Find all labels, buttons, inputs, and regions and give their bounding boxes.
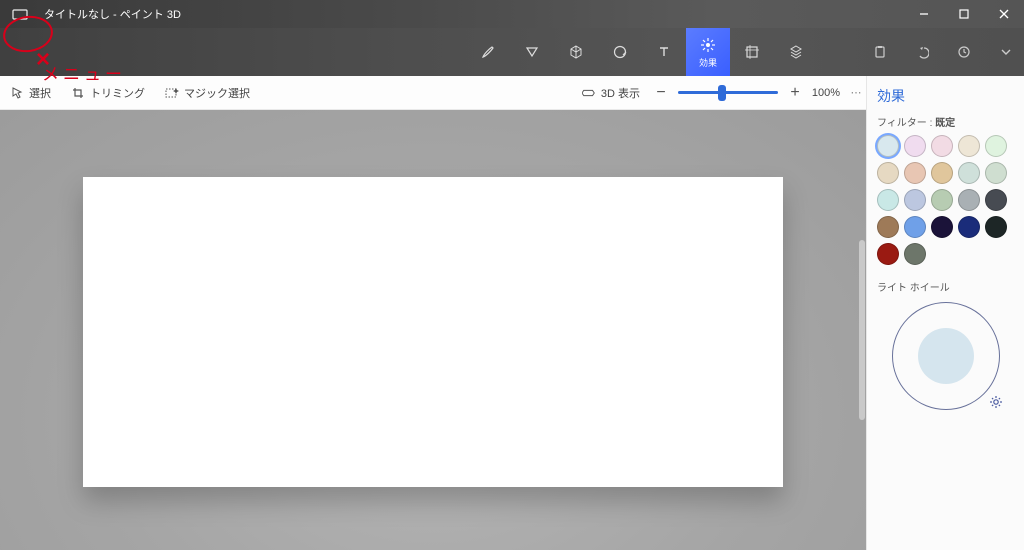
workspace: 選択 トリミング マジック選択 3D 表示 − + 100% ⋯: [0, 76, 866, 550]
tab-stickers[interactable]: [598, 28, 642, 76]
tab-2d-shapes[interactable]: [510, 28, 554, 76]
crop-icon: [71, 86, 85, 100]
select-tool[interactable]: 選択: [0, 76, 61, 109]
more-button[interactable]: ⋯: [846, 86, 866, 99]
filter-swatch[interactable]: [985, 135, 1007, 157]
history-icon: [957, 45, 971, 59]
crop-tool[interactable]: トリミング: [61, 76, 155, 109]
filter-value: 既定: [935, 118, 955, 129]
cube-icon: [568, 43, 584, 61]
sticker-icon: [612, 43, 628, 61]
filter-swatch[interactable]: [904, 243, 926, 265]
filter-swatch[interactable]: [877, 189, 899, 211]
library-icon: [788, 43, 804, 61]
zoom-out-button[interactable]: −: [650, 84, 672, 102]
main-tabs: 効果: [0, 28, 1024, 76]
expand-button[interactable]: [994, 40, 1018, 64]
window-title: タイトルなし - ペイント 3D: [44, 6, 181, 22]
filter-swatch[interactable]: [931, 189, 953, 211]
tab-3d-shapes[interactable]: [554, 28, 598, 76]
tab-3d-library[interactable]: [774, 28, 818, 76]
history-button[interactable]: [952, 40, 976, 64]
light-wheel[interactable]: [892, 302, 1000, 410]
magic-icon: [165, 86, 179, 100]
filter-swatch[interactable]: [904, 189, 926, 211]
canvas-area[interactable]: [0, 110, 866, 550]
magic-label: マジック選択: [184, 85, 250, 101]
tab-brushes[interactable]: [466, 28, 510, 76]
menu-button[interactable]: [0, 0, 40, 28]
folder-icon: [12, 8, 28, 20]
filter-swatch[interactable]: [877, 135, 899, 157]
tab-effects-label: 効果: [699, 56, 717, 69]
filter-swatch[interactable]: [958, 162, 980, 184]
filter-swatch[interactable]: [931, 216, 953, 238]
filter-swatch[interactable]: [904, 135, 926, 157]
effects-panel: 効果 フィルター : 既定 ライト ホイール: [866, 76, 1024, 550]
filter-swatch[interactable]: [931, 162, 953, 184]
maximize-button[interactable]: [944, 0, 984, 28]
zoom-in-button[interactable]: +: [784, 84, 806, 102]
view-3d-icon: [582, 86, 596, 100]
app-body: 選択 トリミング マジック選択 3D 表示 − + 100% ⋯: [0, 76, 1024, 550]
filter-label: フィルター :: [877, 118, 932, 129]
filter-swatch[interactable]: [904, 216, 926, 238]
tab-canvas[interactable]: [730, 28, 774, 76]
filter-swatch[interactable]: [877, 243, 899, 265]
filter-swatch[interactable]: [904, 162, 926, 184]
clipboard-icon: [873, 45, 887, 59]
vertical-scrollbar[interactable]: [859, 240, 865, 420]
undo-icon: [915, 45, 929, 59]
crop-label: トリミング: [90, 85, 145, 101]
close-icon: [999, 9, 1009, 19]
effects-icon: [700, 36, 716, 54]
maximize-icon: [959, 9, 969, 19]
secondary-toolbar: 選択 トリミング マジック選択 3D 表示 − + 100% ⋯: [0, 76, 866, 110]
filter-swatch[interactable]: [958, 135, 980, 157]
close-button[interactable]: [984, 0, 1024, 28]
undo-button[interactable]: [910, 40, 934, 64]
paste-button[interactable]: [868, 40, 892, 64]
filter-swatch[interactable]: [877, 216, 899, 238]
light-wheel-label: ライト ホイール: [877, 279, 1014, 294]
minimize-button[interactable]: [904, 0, 944, 28]
zoom-slider[interactable]: [678, 91, 778, 94]
filter-swatches: [877, 135, 1014, 265]
view-3d-label: 3D 表示: [601, 85, 640, 101]
brush-icon: [480, 43, 496, 61]
filter-swatch[interactable]: [985, 162, 1007, 184]
filter-swatch[interactable]: [985, 216, 1007, 238]
select-label: 選択: [29, 85, 51, 101]
chevron-down-icon: [1000, 46, 1012, 58]
shapes-2d-icon: [524, 43, 540, 61]
filter-row: フィルター : 既定: [877, 114, 1014, 129]
tab-effects[interactable]: 効果: [686, 28, 730, 76]
magic-select-tool[interactable]: マジック選択: [155, 76, 260, 109]
cursor-icon: [10, 86, 24, 100]
tab-text[interactable]: [642, 28, 686, 76]
titlebar-right-actions: [868, 28, 1018, 76]
title-bar: タイトルなし - ペイント 3D: [0, 0, 1024, 28]
sun-icon: [987, 393, 1005, 411]
canvas-icon: [744, 43, 760, 61]
zoom-percent: 100%: [806, 87, 846, 99]
minimize-icon: [919, 9, 929, 19]
effects-panel-title: 効果: [877, 86, 1014, 106]
filter-swatch[interactable]: [958, 216, 980, 238]
view-3d-toggle[interactable]: 3D 表示: [572, 76, 650, 109]
canvas[interactable]: [83, 177, 783, 487]
window-controls: [904, 0, 1024, 28]
filter-swatch[interactable]: [958, 189, 980, 211]
filter-swatch[interactable]: [877, 162, 899, 184]
text-icon: [656, 43, 672, 61]
filter-swatch[interactable]: [985, 189, 1007, 211]
filter-swatch[interactable]: [931, 135, 953, 157]
